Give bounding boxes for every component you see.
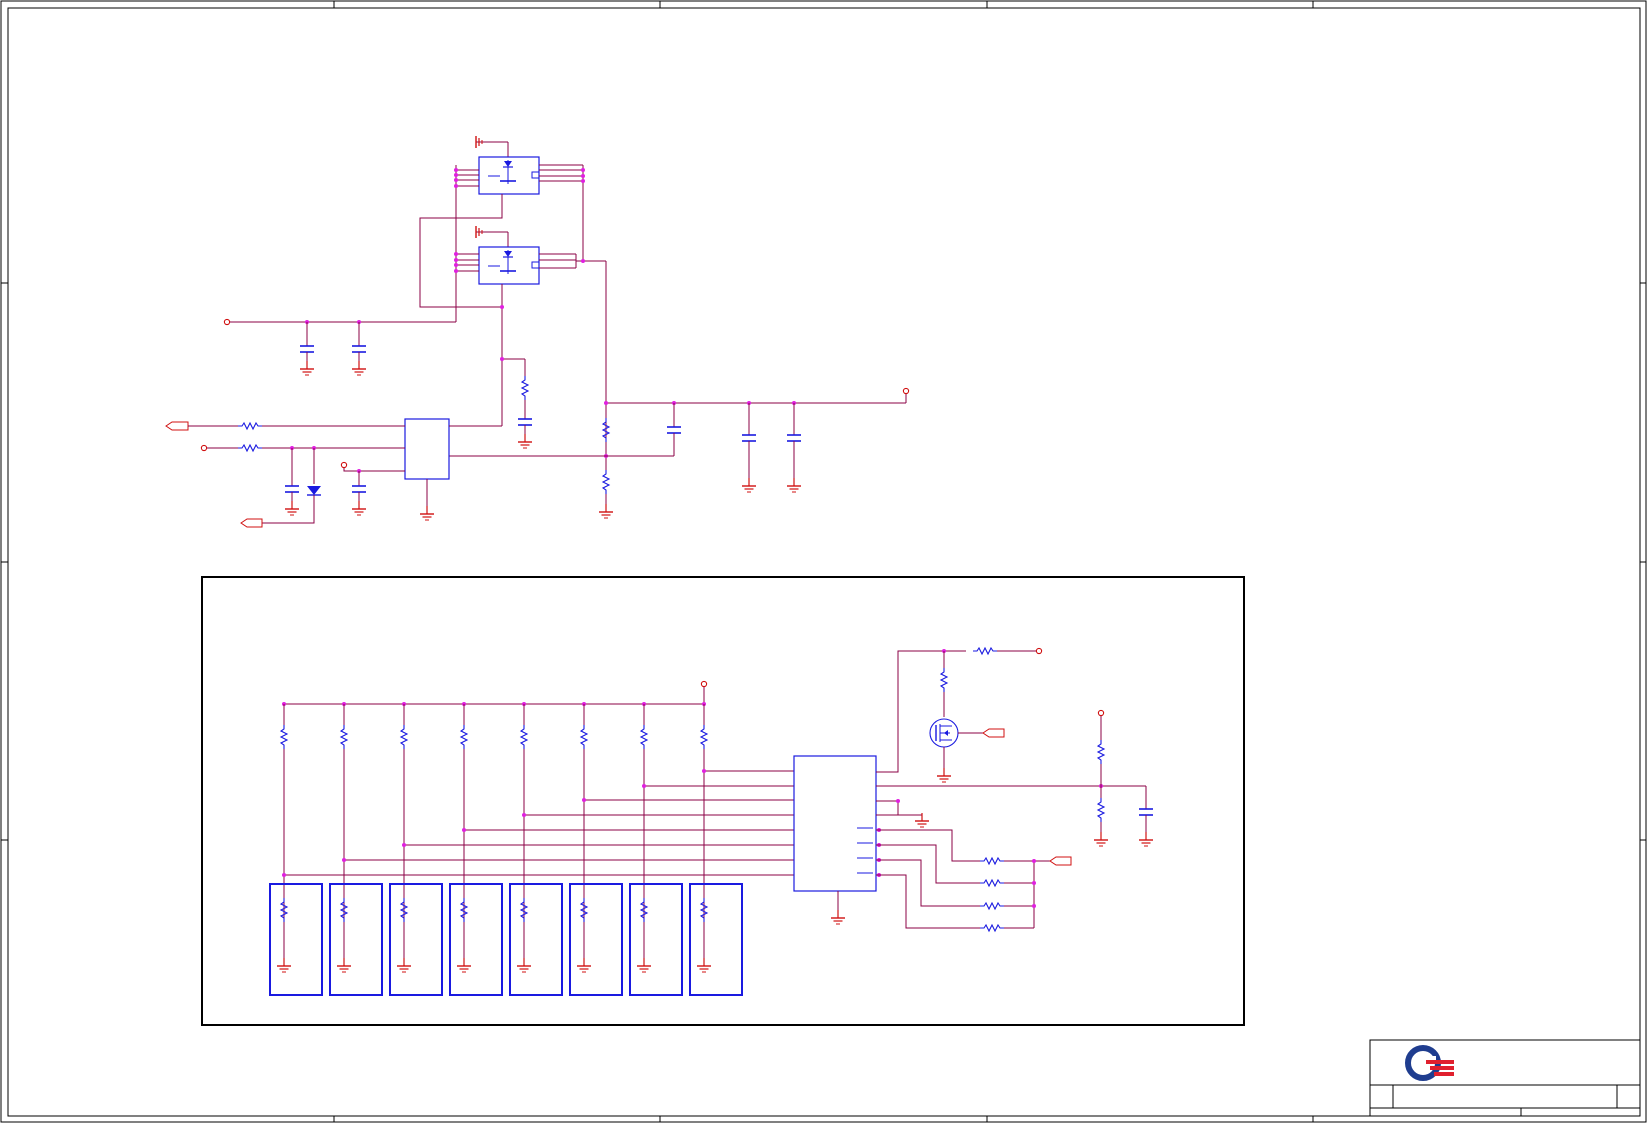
resistor-icon [1097,739,1105,765]
option-box [449,883,503,996]
port-icon [165,421,189,431]
ground-icon [456,957,472,973]
option-box [689,883,743,996]
resistor-icon [580,724,588,750]
ground-icon [351,500,367,516]
resistor-icon [640,724,648,750]
option-box [509,883,563,996]
power-switch-circuit [165,136,910,528]
mosfet-icon [478,246,540,285]
power-pin-icon [223,318,231,326]
port-icon [240,518,263,528]
ground-icon [936,767,952,783]
junction [402,843,406,847]
resistor-icon [602,469,610,495]
ground-icon [696,957,712,973]
mosfet-icon [929,718,959,748]
capacitor-icon [741,425,757,451]
expander-right-wiring [876,647,1154,932]
option-box [629,883,683,996]
resistor-icon [460,724,468,750]
expander-ic [793,755,877,925]
capacitor-icon [351,336,367,362]
ground-icon [576,957,592,973]
junction [702,769,706,773]
junction [522,813,526,817]
resistor-icon [972,647,998,655]
ground-icon [786,477,802,493]
capacitor-icon [666,417,682,443]
capacitor-icon [351,476,367,502]
ground-icon [1093,831,1109,847]
ground-icon [284,500,300,516]
junction [342,858,346,862]
power-pin-icon [340,461,348,469]
port-icon [982,728,1005,738]
ground-icon [741,477,757,493]
output-rail [449,387,910,519]
diode-icon [307,486,321,496]
resistor-icon [520,724,528,750]
resistor-icon [237,422,263,430]
ground-icon [636,957,652,973]
option-box [269,883,323,996]
power-pin-icon [902,387,910,395]
resistor-icon [237,444,263,452]
ground-icon [830,909,846,925]
ground-icon [475,226,509,247]
option-box [329,883,383,996]
capacitor-icon [1138,799,1154,825]
resistor-icon [340,724,348,750]
pull-up-resistors [280,702,708,920]
power-pin-icon [700,680,708,688]
ground-icon [517,433,533,449]
option-strap-boxes [269,883,743,996]
gpio-expander-circuit [201,576,1245,1026]
option-box [569,883,623,996]
resistor-icon [521,375,529,401]
resistor-icon [400,724,408,750]
capacitor-icon [786,425,802,451]
junction [282,873,286,877]
input-rail [223,318,456,376]
resistor-icon [700,724,708,750]
capacitor-icon [299,336,315,362]
gate-rc [517,372,533,449]
mosfet-icon [478,156,540,195]
sheet-title [1440,1068,1600,1082]
junction [642,784,646,788]
bus-lines [282,769,794,877]
ground-icon [276,957,292,973]
resistor-icon [979,857,1005,865]
capacitor-icon [517,409,533,435]
resistor-icon [1097,797,1105,823]
schematic-sheet [0,0,1647,1123]
option-box [389,883,443,996]
ground-icon [419,505,435,521]
ground-icon [598,503,614,519]
ground-icon [516,957,532,973]
sheet-frame [0,0,1647,1123]
resistor-icon [979,924,1005,932]
junction [462,828,466,832]
power-pin-icon [200,444,208,452]
power-pin-icon [1097,709,1105,717]
ground-icon [1138,831,1154,847]
resistor-icon [280,724,288,750]
serial-lines [876,828,1034,932]
ground-icon [351,360,367,376]
port-icon [1049,856,1072,866]
resistor-icon [940,667,948,693]
power-pin-icon [1035,647,1043,655]
capacitor-icon [284,476,300,502]
junction [582,798,586,802]
ground-icon [336,957,352,973]
controller-ic [165,418,502,528]
wire [876,844,980,884]
resistor-icon [979,879,1005,887]
ground-icon [396,957,412,973]
ground-icon [299,360,315,376]
ground-icon [475,136,509,157]
resistor-icon [979,902,1005,910]
